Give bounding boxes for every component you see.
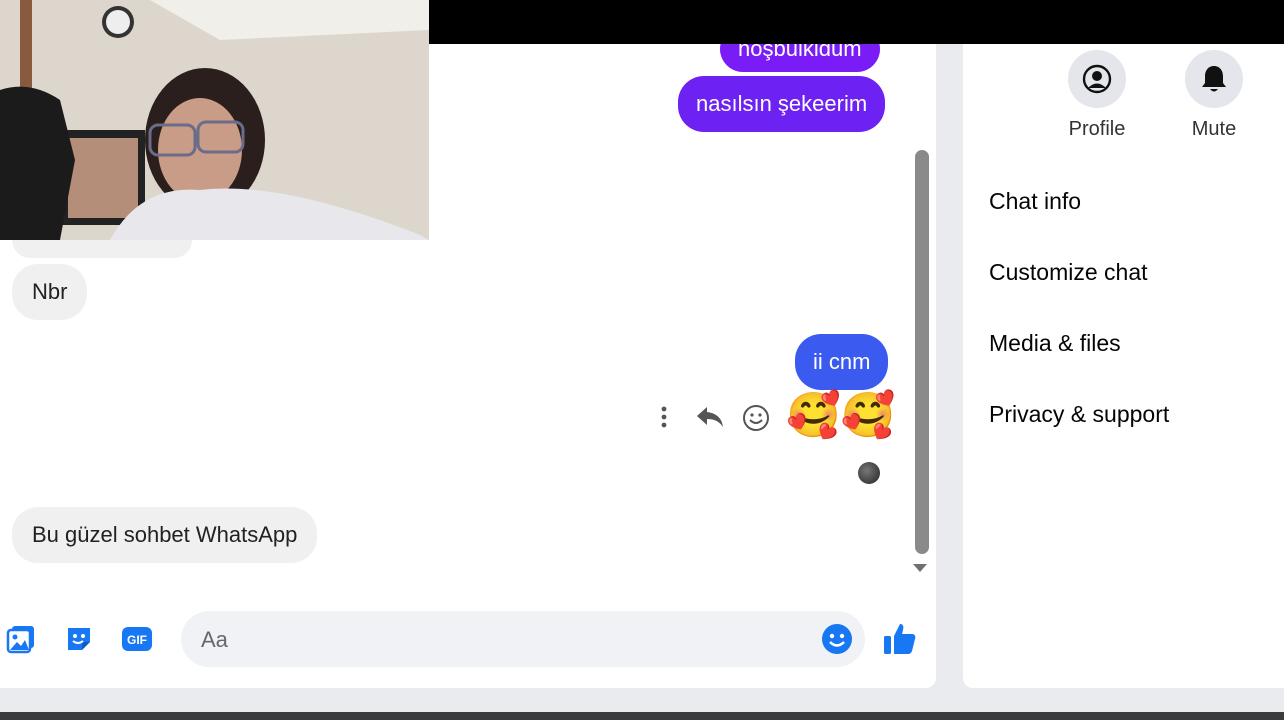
- message-outgoing[interactable]: hoşbulkldum: [720, 44, 880, 72]
- scroll-down-arrow[interactable]: [913, 564, 927, 572]
- message-outgoing[interactable]: ii cnm: [795, 334, 889, 390]
- message-incoming[interactable]: Bu güzel sohbet WhatsApp: [12, 507, 318, 563]
- mute-button[interactable]: Mute: [1169, 50, 1259, 141]
- taskbar-strip: [0, 712, 1284, 720]
- emoji-icon[interactable]: [821, 623, 853, 655]
- message-input[interactable]: [199, 611, 803, 669]
- message-text: Nbr: [32, 279, 68, 304]
- conversation-info-panel: Profile Mute Chat info Customize chat Me…: [963, 44, 1284, 688]
- message-text: Bu güzel sohbet WhatsApp: [32, 522, 298, 547]
- reply-icon[interactable]: [694, 402, 726, 432]
- scrollbar-thumb[interactable]: [915, 150, 929, 554]
- profile-button[interactable]: Profile: [1052, 50, 1142, 141]
- message-text: ii cnm: [813, 349, 871, 374]
- bell-icon: [1185, 50, 1243, 108]
- more-vertical-icon[interactable]: [652, 402, 676, 432]
- reaction-emoji-message[interactable]: 🥰🥰: [786, 394, 896, 438]
- like-icon[interactable]: [882, 621, 918, 657]
- sidebar-item-privacy-support[interactable]: Privacy & support: [989, 401, 1169, 428]
- profile-icon: [1068, 50, 1126, 108]
- gif-icon[interactable]: GIF: [120, 622, 154, 656]
- sidebar-item-media-files[interactable]: Media & files: [989, 330, 1121, 357]
- message-outgoing[interactable]: nasılsın şekeerim: [678, 76, 886, 132]
- message-input-box[interactable]: [181, 611, 865, 669]
- profile-label: Profile: [1068, 118, 1126, 140]
- sidebar-item-chat-info[interactable]: Chat info: [989, 188, 1081, 215]
- sidebar-item-customize-chat[interactable]: Customize chat: [989, 259, 1148, 286]
- photo-icon[interactable]: [4, 622, 38, 656]
- mute-label: Mute: [1191, 118, 1237, 140]
- webcam-overlay: [0, 0, 429, 240]
- message-incoming[interactable]: Nbr: [12, 264, 88, 320]
- sticker-icon[interactable]: [62, 622, 96, 656]
- svg-text:GIF: GIF: [127, 633, 147, 647]
- seen-avatar: [858, 462, 880, 484]
- emoji-react-icon[interactable]: [740, 402, 772, 434]
- message-text: nasılsın şekeerim: [696, 91, 868, 116]
- message-text: hoşbulkldum: [738, 44, 862, 61]
